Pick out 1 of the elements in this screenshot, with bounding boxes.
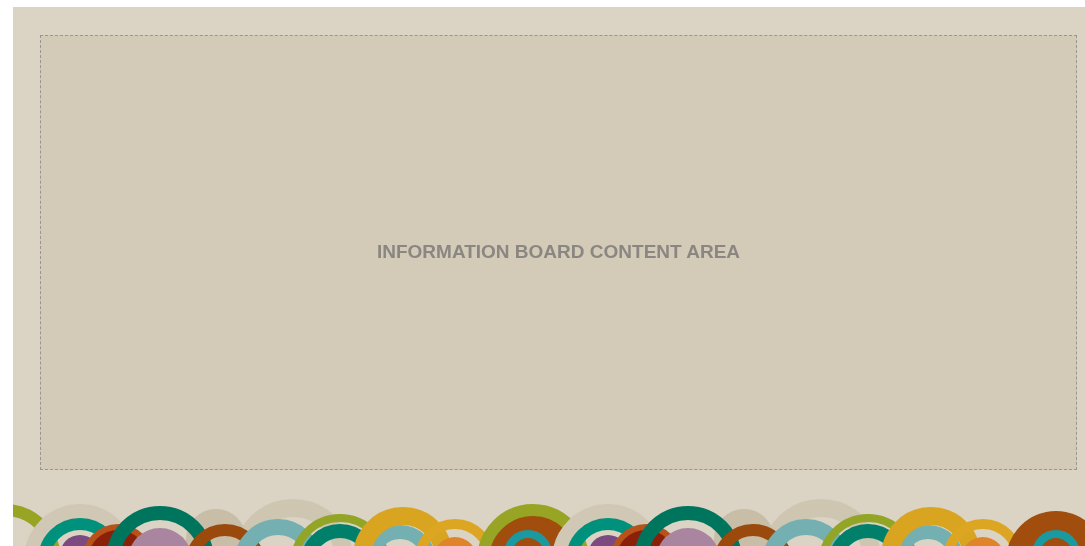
- content-area-label: INFORMATION BOARD CONTENT AREA: [376, 241, 741, 263]
